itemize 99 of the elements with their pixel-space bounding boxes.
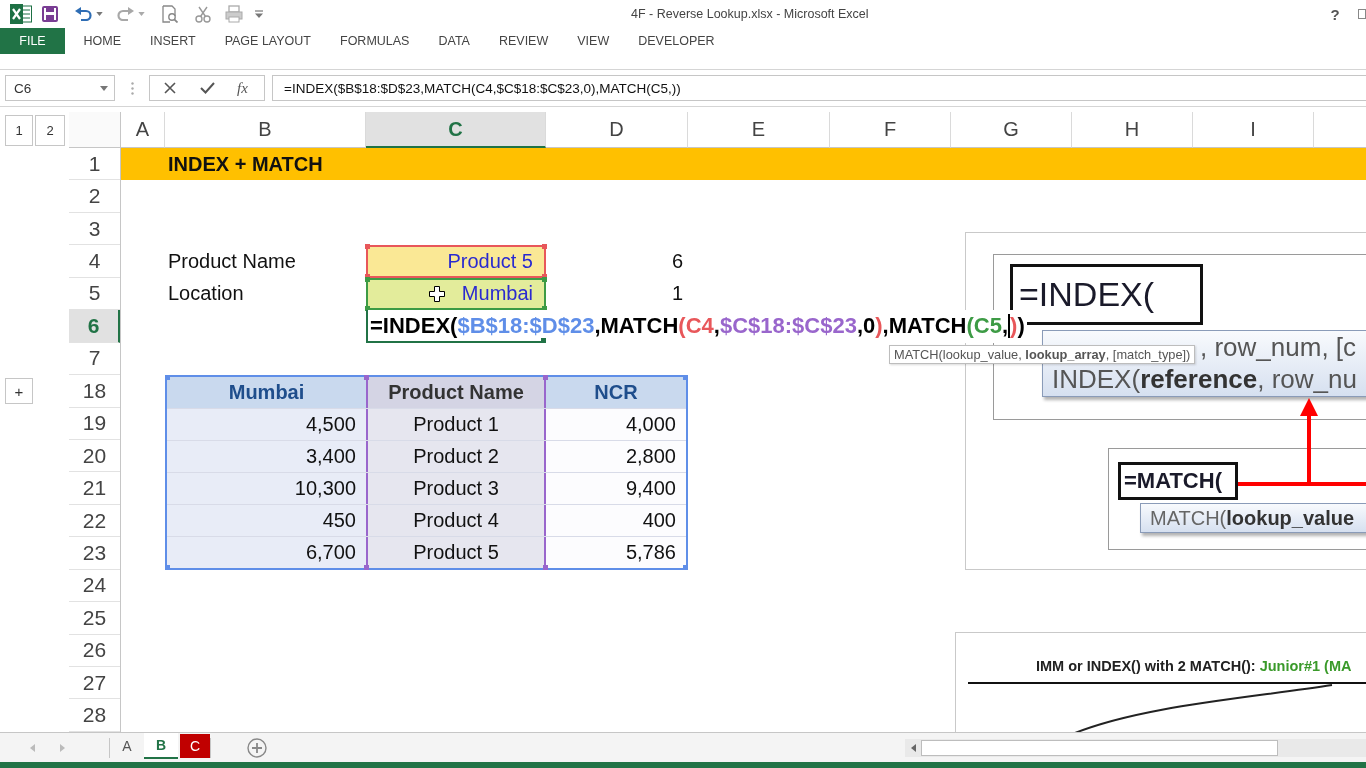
ribbon-tab[interactable]: VIEW — [562, 28, 624, 54]
ribbon-tab[interactable]: PAGE LAYOUT — [210, 28, 326, 54]
redo-icon[interactable] — [117, 7, 134, 21]
document-search-icon[interactable] — [162, 5, 178, 23]
left-arrow-icon[interactable] — [911, 743, 916, 752]
select-all-corner[interactable] — [69, 112, 121, 148]
customize-caret-icon[interactable] — [255, 10, 263, 18]
table-cell: 3,400 — [167, 440, 366, 472]
scissors-icon[interactable] — [195, 5, 211, 23]
handle-icon[interactable] — [365, 276, 370, 282]
row-header[interactable]: 6 — [69, 310, 120, 343]
input-cell[interactable]: Product 5 — [366, 245, 546, 278]
horizontal-scrollbar[interactable] — [905, 738, 1366, 757]
sheet-tab[interactable]: B — [144, 733, 178, 759]
expand-group-button[interactable]: + — [5, 378, 33, 405]
row-header[interactable]: 22 — [69, 504, 120, 538]
table-cell: 10,300 — [167, 472, 366, 504]
row-header[interactable]: 19 — [69, 407, 120, 440]
column-header[interactable]: C — [366, 112, 546, 148]
ribbon-tab[interactable]: INSERT — [135, 28, 211, 54]
banner-cell: INDEX + MATCH — [121, 148, 1366, 181]
row-header[interactable]: 28 — [69, 699, 120, 732]
caret-icon[interactable] — [138, 12, 145, 16]
handle-icon[interactable] — [365, 244, 370, 250]
ribbon-tab[interactable]: DEVELOPER — [623, 28, 730, 54]
insert-function-button[interactable]: fx — [237, 79, 248, 97]
formula-box: =MATCH( — [1118, 462, 1238, 500]
row-header[interactable]: 23 — [69, 537, 120, 570]
row-header[interactable]: 3 — [69, 212, 120, 246]
row-header[interactable]: 21 — [69, 472, 120, 505]
table-cell: 4,500 — [167, 409, 366, 440]
cancel-icon[interactable] — [164, 82, 176, 94]
function-tooltip: MATCH(lookup_value, lookup_array, [match_type]) — [889, 345, 1196, 364]
right-arrow-icon[interactable] — [60, 743, 65, 752]
row-header[interactable]: 20 — [69, 439, 120, 473]
plus-cursor-icon — [429, 286, 445, 302]
handle-icon[interactable] — [364, 375, 369, 381]
handle-icon[interactable] — [542, 244, 547, 250]
scrollbar-thumb[interactable] — [921, 739, 1278, 756]
text-cursor — [1008, 314, 1011, 339]
handle-icon[interactable] — [543, 564, 548, 570]
plus-circle-icon[interactable] — [247, 737, 268, 758]
table-header-cell: NCR — [546, 377, 686, 408]
hint-text: INDEX(reference, row_nu — [1052, 364, 1357, 395]
row-header[interactable]: 2 — [69, 180, 120, 213]
hint-box: MATCH(lookup_value — [1140, 503, 1366, 533]
handle-icon[interactable] — [543, 375, 548, 381]
ribbon-tab[interactable]: REVIEW — [484, 28, 563, 54]
table-cell: Product 1 — [366, 409, 546, 440]
ribbon-tab[interactable]: HOME — [69, 28, 136, 54]
fill-handle-icon[interactable] — [541, 337, 546, 343]
printer-icon[interactable] — [225, 5, 243, 23]
ribbon-tab[interactable]: FORMULAS — [325, 28, 424, 54]
hint-text: , row_num, [c — [1200, 332, 1357, 363]
row-header[interactable]: 24 — [69, 569, 120, 603]
outline-level-button[interactable]: 2 — [35, 114, 65, 146]
sheet-tab[interactable]: C — [180, 734, 211, 758]
row-header[interactable]: 26 — [69, 634, 120, 667]
app-logo-icon — [10, 4, 32, 24]
handle-icon[interactable] — [165, 375, 170, 381]
result-cell-text: 1 — [670, 281, 684, 307]
undo-icon[interactable] — [75, 7, 92, 21]
outline-level-button[interactable]: 1 — [5, 114, 33, 146]
table-cell: Product 4 — [366, 504, 546, 536]
table-cell: Product 3 — [366, 472, 546, 504]
check-icon[interactable] — [200, 82, 215, 94]
picture-heading: IMM or INDEX() with 2 MATCH(): Junior#1 (MA — [1036, 658, 1352, 674]
row-header[interactable]: 25 — [69, 602, 120, 635]
label-cell-text: Location — [167, 281, 245, 307]
handle-icon[interactable] — [165, 564, 170, 570]
save-icon[interactable] — [42, 6, 58, 22]
window-restore-icon[interactable] — [1358, 9, 1366, 19]
table-header-cell: Mumbai — [167, 377, 366, 408]
table-cell: 6,700 — [167, 536, 366, 568]
handle-icon[interactable] — [683, 564, 688, 570]
window-title: 4F - Reverse Lookup.xlsx - Microsoft Excel — [631, 7, 869, 21]
label-cell-text: Product Name — [167, 249, 297, 275]
row-header[interactable]: 7 — [69, 342, 120, 376]
file-tab[interactable]: FILE — [0, 28, 65, 54]
caret-icon[interactable] — [96, 12, 103, 16]
table-cell: Product 2 — [366, 440, 546, 472]
row-header[interactable]: 27 — [69, 667, 120, 700]
ribbon-tab[interactable]: DATA — [423, 28, 485, 54]
help-button[interactable]: ? — [1328, 5, 1342, 23]
table-header-cell: Product Name — [366, 377, 546, 408]
formula-field[interactable]: =INDEX($B$18:$D$23,MATCH(C4,$C$18:$C$23,0),MATCH(C5,)) — [272, 75, 1366, 101]
handle-icon[interactable] — [364, 564, 369, 570]
handle-icon[interactable] — [683, 375, 688, 381]
row-header[interactable]: 1 — [69, 148, 120, 181]
result-cell-text: 6 — [670, 249, 684, 275]
name-box[interactable]: C6 — [5, 75, 115, 101]
table-cell: 450 — [167, 504, 366, 536]
sheet-tab[interactable]: A — [110, 733, 144, 759]
table-cell: Product 5 — [366, 536, 546, 568]
input-cell[interactable]: Mumbai — [366, 277, 546, 311]
caret-icon[interactable] — [100, 85, 108, 91]
grip-dots-icon[interactable] — [131, 81, 134, 95]
row-header[interactable]: 18 — [69, 375, 120, 408]
row-header[interactable]: 4 — [69, 245, 120, 278]
